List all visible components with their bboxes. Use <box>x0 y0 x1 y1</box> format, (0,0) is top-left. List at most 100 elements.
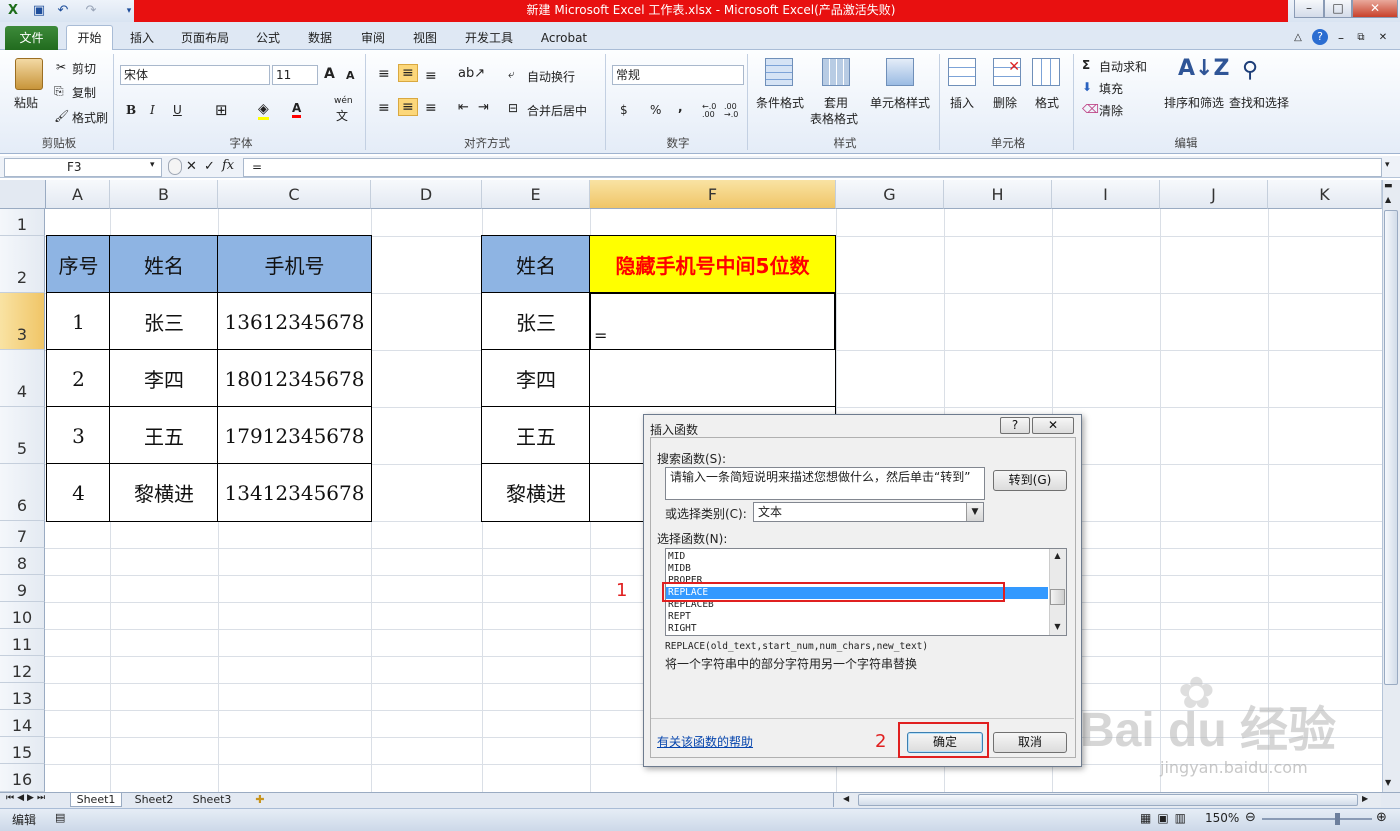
tab-data[interactable]: 数据 <box>300 27 340 49</box>
table1-cell[interactable]: 1 <box>46 292 111 351</box>
category-dropdown-icon[interactable]: ▼ <box>966 503 983 521</box>
tab-file[interactable]: 文件 <box>5 26 58 50</box>
row-header-1[interactable]: 1 <box>0 209 45 236</box>
sort-filter-icon[interactable]: A↓Z <box>1178 56 1229 81</box>
font-size-select[interactable]: 11 <box>272 65 318 85</box>
currency-button[interactable]: $ <box>620 103 628 117</box>
table2-name-cell[interactable]: 张三 <box>481 292 591 351</box>
table1-header-phone[interactable]: 手机号 <box>217 235 372 294</box>
table-format-line1[interactable]: 套用 <box>824 94 848 111</box>
zoom-in-icon[interactable]: ⊕ <box>1376 810 1387 825</box>
expand-formula-bar-icon[interactable]: ▾ <box>1385 160 1390 170</box>
cut-button[interactable]: 剪切 <box>72 60 96 77</box>
delete-cells-icon[interactable]: ✕ <box>993 58 1021 86</box>
row-header-11[interactable]: 11 <box>0 629 45 656</box>
copy-button[interactable]: 复制 <box>72 84 96 101</box>
sheet-tab-3[interactable]: Sheet3 <box>186 793 238 807</box>
col-header-i[interactable]: I <box>1052 180 1160 209</box>
minimize-ribbon-icon[interactable]: △ <box>1290 27 1306 49</box>
sheet-nav-icons[interactable]: ⏮◀▶⏭ <box>6 793 48 803</box>
delete-cells-button[interactable]: 删除 <box>993 94 1017 111</box>
row-header-3[interactable]: 3 <box>0 293 45 350</box>
save-icon[interactable]: ▣ <box>30 2 48 20</box>
sort-filter-button[interactable]: 排序和筛选 <box>1164 94 1224 111</box>
phonetic-button[interactable]: 文 <box>336 107 348 124</box>
function-item[interactable]: MID <box>668 551 685 563</box>
tab-review[interactable]: 审阅 <box>353 27 393 49</box>
undo-icon[interactable]: ↶ <box>54 2 72 20</box>
grow-font-button[interactable]: A <box>324 66 335 82</box>
font-color-button[interactable]: A <box>292 101 302 118</box>
zoom-slider-thumb[interactable] <box>1335 813 1340 825</box>
decrease-indent-icon[interactable]: ⇤ <box>458 100 469 115</box>
row-header-12[interactable]: 12 <box>0 656 45 683</box>
font-name-select[interactable]: 宋体 <box>120 65 270 85</box>
align-center-icon[interactable]: ≡ <box>398 98 418 116</box>
merge-icon[interactable]: ⊟ <box>508 101 518 115</box>
split-box-icon[interactable]: ▬ <box>1384 181 1393 191</box>
conditional-format-button[interactable]: 条件格式 <box>756 94 804 111</box>
fill-button[interactable]: 填充 <box>1099 80 1123 97</box>
table1-cell[interactable]: 4 <box>46 463 111 522</box>
table1-cell[interactable]: 3 <box>46 406 111 465</box>
cell-styles-icon[interactable] <box>886 58 914 86</box>
tab-page-layout[interactable]: 页面布局 <box>175 27 235 49</box>
name-box-dropdown-icon[interactable]: ▾ <box>150 160 155 170</box>
doc-close-icon[interactable]: ✕ <box>1376 27 1390 49</box>
table1-cell[interactable]: 17912345678 <box>217 406 372 465</box>
category-select[interactable]: 文本 <box>753 502 984 522</box>
insert-cells-icon[interactable] <box>948 58 976 86</box>
row-header-9[interactable]: 9 <box>0 575 45 602</box>
align-right-icon[interactable]: ≡ <box>425 100 437 116</box>
table2-name-cell[interactable]: 王五 <box>481 406 591 465</box>
col-header-k[interactable]: K <box>1268 180 1382 209</box>
row-header-16[interactable]: 16 <box>0 764 45 792</box>
paste-icon[interactable] <box>15 58 43 90</box>
table-format-icon[interactable] <box>822 58 850 86</box>
tab-acrobat[interactable]: Acrobat <box>534 27 594 49</box>
table1-cell[interactable]: 黎横进 <box>109 463 219 522</box>
table2-name-cell[interactable]: 李四 <box>481 349 591 408</box>
zoom-level[interactable]: 150% <box>1205 811 1239 825</box>
active-cell-f3[interactable]: = <box>589 292 836 351</box>
row-header-14[interactable]: 14 <box>0 710 45 737</box>
macro-record-icon[interactable]: ▤ <box>55 811 65 824</box>
format-cells-button[interactable]: 格式 <box>1035 94 1059 111</box>
table2-header-masked[interactable]: 隐藏手机号中间5位数 <box>589 235 836 294</box>
sheet-tab-2[interactable]: Sheet2 <box>128 793 180 807</box>
italic-button[interactable]: I <box>150 103 155 117</box>
doc-restore-icon[interactable]: ⧉ <box>1354 27 1368 49</box>
doc-minimize-icon[interactable]: – <box>1334 27 1348 49</box>
col-header-j[interactable]: J <box>1160 180 1268 209</box>
row-header-4[interactable]: 4 <box>0 350 45 407</box>
table2-masked-cell[interactable] <box>589 349 836 408</box>
scroll-thumb[interactable] <box>1050 589 1065 605</box>
go-button[interactable]: 转到(G) <box>993 470 1067 491</box>
table1-header-name[interactable]: 姓名 <box>109 235 219 294</box>
clear-button[interactable]: 清除 <box>1099 102 1123 119</box>
copy-icon[interactable]: ⎘ <box>54 84 64 99</box>
shrink-font-button[interactable]: A <box>346 69 355 82</box>
format-cells-icon[interactable] <box>1032 58 1060 86</box>
function-item[interactable]: MIDB <box>668 563 691 575</box>
zoom-slider[interactable] <box>1262 818 1372 820</box>
binoculars-icon[interactable]: ⚲ <box>1242 58 1258 83</box>
col-header-g[interactable]: G <box>836 180 944 209</box>
formula-input[interactable]: = <box>243 158 1382 177</box>
phonetic-top[interactable]: wén <box>334 96 353 106</box>
cell-styles-button[interactable]: 单元格样式 <box>870 94 930 111</box>
orientation-icon[interactable]: ab↗ <box>458 66 485 81</box>
view-buttons-icon[interactable]: ▦▣▥ <box>1140 811 1192 825</box>
vertical-scroll-thumb[interactable] <box>1384 210 1398 685</box>
row-header-5[interactable]: 5 <box>0 407 45 464</box>
borders-icon[interactable]: ⊞ <box>215 101 228 119</box>
scroll-up-arrow-icon[interactable]: ▲ <box>1385 195 1391 204</box>
table-format-button[interactable]: 表格格式 <box>810 110 858 127</box>
format-painter-icon[interactable]: 🖌 <box>54 109 69 123</box>
tab-view[interactable]: 视图 <box>405 27 445 49</box>
insert-sheet-icon[interactable]: ✚ <box>250 793 270 807</box>
zoom-out-icon[interactable]: ⊖ <box>1245 810 1256 825</box>
cancel-formula-icon[interactable]: ✕ <box>186 159 197 174</box>
align-bottom-icon[interactable]: ≡ <box>425 68 437 84</box>
formula-bar-grip-icon[interactable] <box>168 158 182 175</box>
